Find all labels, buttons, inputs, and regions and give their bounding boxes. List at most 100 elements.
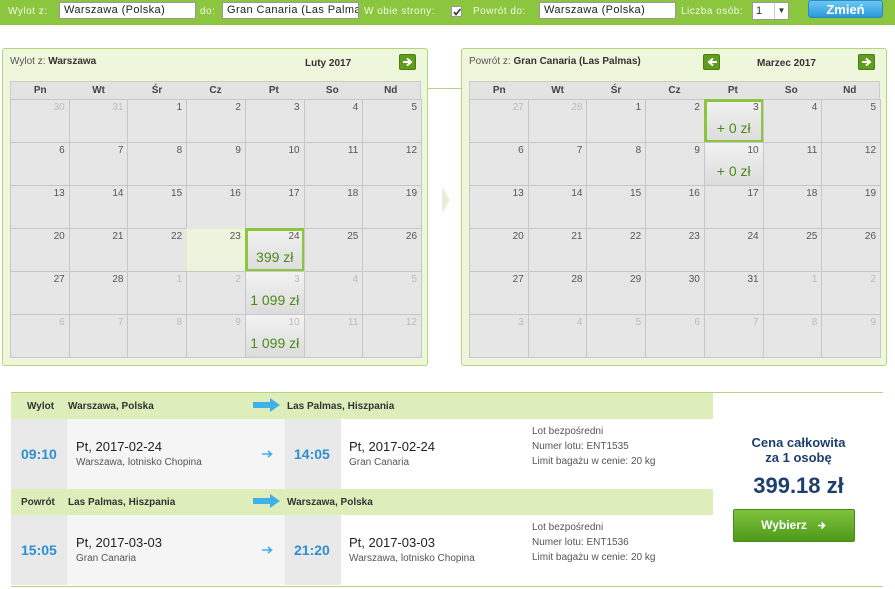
day-number: 23 bbox=[688, 231, 700, 242]
calendar-day: 28 bbox=[68, 271, 129, 315]
return-field[interactable]: Warszawa (Polska) bbox=[539, 2, 676, 19]
calendar-day: 9 bbox=[821, 314, 882, 358]
day-number: 4 bbox=[352, 274, 359, 285]
outbound-leg-header: Wylot Warszawa, Polska Las Palmas, Hiszp… bbox=[11, 393, 713, 419]
calendar-day: 20 bbox=[10, 228, 70, 272]
calendar-day-available[interactable]: 10 1 099 zł bbox=[244, 314, 305, 358]
calendar-day: 22 bbox=[127, 228, 188, 272]
change-button[interactable]: Zmień bbox=[808, 0, 883, 18]
calendar-day: 2 bbox=[645, 99, 705, 143]
day-number: 12 bbox=[405, 145, 418, 156]
day-number: 5 bbox=[411, 274, 418, 285]
day-number: 7 bbox=[753, 317, 759, 328]
calendar-day: 9 bbox=[186, 142, 246, 186]
calendar-day: 4 bbox=[303, 271, 364, 315]
calendar-day: 8 bbox=[762, 314, 823, 358]
day-number: 3 bbox=[294, 102, 300, 113]
calendar-day: 11 bbox=[303, 314, 364, 358]
price-title: Cena całkowita za 1 osobę bbox=[751, 435, 846, 465]
calendar-day: 8 bbox=[127, 314, 188, 358]
calendar-day: 21 bbox=[527, 228, 588, 272]
calendar-day: 29 bbox=[586, 271, 647, 315]
calendar-day: 4 bbox=[762, 99, 823, 143]
day-number: 13 bbox=[512, 188, 524, 199]
arrow-left-icon bbox=[707, 57, 717, 67]
departure-date: Pt, 2017-03-03 bbox=[76, 535, 163, 550]
day-number: 2 bbox=[235, 274, 241, 285]
day-number: 8 bbox=[635, 145, 642, 156]
day-number: 9 bbox=[235, 145, 241, 156]
calendar-day: 14 bbox=[527, 185, 588, 229]
day-number: 3 bbox=[753, 102, 759, 113]
weekday-label: So bbox=[784, 85, 798, 96]
month-title: Marzec 2017 bbox=[757, 58, 816, 69]
to-field[interactable]: Gran Canaria (Las Palmas bbox=[222, 2, 359, 19]
day-number: 5 bbox=[411, 102, 418, 113]
calendar-day: 27 bbox=[469, 99, 529, 143]
day-number: 14 bbox=[112, 188, 124, 199]
calendar-day-available[interactable]: 3 + 0 zł bbox=[703, 99, 764, 143]
next-month-button[interactable] bbox=[858, 54, 875, 70]
calendar-day: 2 bbox=[186, 99, 246, 143]
day-number: 11 bbox=[806, 145, 818, 156]
calendar-day-available[interactable]: 24 399 zł bbox=[244, 228, 305, 272]
day-number: 11 bbox=[347, 145, 359, 156]
calendar-day: 5 bbox=[821, 99, 882, 143]
day-number: 23 bbox=[229, 231, 241, 242]
weekday-header: Pn Wt Śr Cz Pt So Nd bbox=[469, 81, 880, 99]
weekday-label: So bbox=[325, 85, 339, 96]
pax-select[interactable]: 1 ▼ bbox=[752, 2, 789, 20]
day-number: 8 bbox=[811, 317, 818, 328]
weekday-label: Cz bbox=[209, 85, 222, 96]
weekday-label: Cz bbox=[668, 85, 681, 96]
day-price: 1 099 zł bbox=[250, 335, 300, 351]
roundtrip-checkbox[interactable] bbox=[451, 6, 462, 17]
roundtrip-label: W obie strony: bbox=[364, 6, 435, 17]
day-number: 15 bbox=[630, 188, 642, 199]
calendar-day: 6 bbox=[645, 314, 705, 358]
leg-label: Wylot bbox=[27, 401, 55, 412]
day-price: 1 099 zł bbox=[250, 292, 300, 308]
next-month-button[interactable] bbox=[399, 54, 416, 70]
calendar-day: 2 bbox=[821, 271, 882, 315]
calendar-day: 14 bbox=[68, 185, 129, 229]
calendar-grid: Pn Wt Śr Cz Pt So Nd 27 28 1 2 3 + 0 zł 4 5 6 7 8 9 10 + 0 z… bbox=[469, 81, 882, 358]
day-number: 9 bbox=[694, 145, 700, 156]
arrow-right-icon bbox=[253, 494, 280, 508]
select-button[interactable]: Wybierz bbox=[733, 509, 855, 542]
day-number: 22 bbox=[630, 231, 642, 242]
calendar-week: 6 7 8 9 10 1 099 zł 11 12 bbox=[10, 314, 423, 358]
day-number: 1 bbox=[176, 102, 183, 113]
calendar-week: 27 28 1 2 3 + 0 zł 4 5 bbox=[469, 99, 882, 143]
prev-month-button[interactable] bbox=[703, 54, 720, 70]
arrival-time: 14:05 bbox=[294, 446, 330, 462]
day-number: 22 bbox=[171, 231, 183, 242]
calendar-day: 22 bbox=[586, 228, 647, 272]
day-number: 26 bbox=[405, 231, 418, 242]
calendar-route: Wylot z: Warszawa bbox=[10, 56, 97, 67]
calendar-day: 7 bbox=[703, 314, 764, 358]
day-number: 6 bbox=[694, 317, 700, 328]
weekday-label: Wt bbox=[92, 85, 106, 96]
calendar-week: 6 7 8 9 10 11 12 bbox=[10, 142, 423, 186]
arrival-date: Pt, 2017-02-24 bbox=[349, 439, 436, 454]
day-number: 1 bbox=[635, 102, 642, 113]
calendar-day-available[interactable]: 3 1 099 zł bbox=[244, 271, 305, 315]
calendar-week: 13 14 15 16 17 18 19 bbox=[469, 185, 882, 229]
calendar-day: 13 bbox=[469, 185, 529, 229]
calendar-week: 6 7 8 9 10 + 0 zł 11 12 bbox=[469, 142, 882, 186]
arrow-right-icon bbox=[262, 546, 273, 554]
weekday-label: Pt bbox=[268, 85, 279, 96]
calendar-day: 5 bbox=[362, 99, 423, 143]
day-number: 4 bbox=[352, 102, 359, 113]
calendar-day-available[interactable]: 10 + 0 zł bbox=[703, 142, 764, 186]
weekday-label: Pn bbox=[33, 85, 47, 96]
calendar-day: 12 bbox=[362, 142, 423, 186]
day-price: + 0 zł bbox=[716, 120, 751, 136]
calendar-day: 3 bbox=[469, 314, 529, 358]
leg-to: Warszawa, Polska bbox=[287, 497, 373, 508]
leg-from: Las Palmas, Hiszpania bbox=[68, 497, 176, 508]
calendar-day: 8 bbox=[127, 142, 188, 186]
return-label: Powrót do: bbox=[473, 6, 526, 17]
from-field[interactable]: Warszawa (Polska) bbox=[59, 2, 196, 19]
